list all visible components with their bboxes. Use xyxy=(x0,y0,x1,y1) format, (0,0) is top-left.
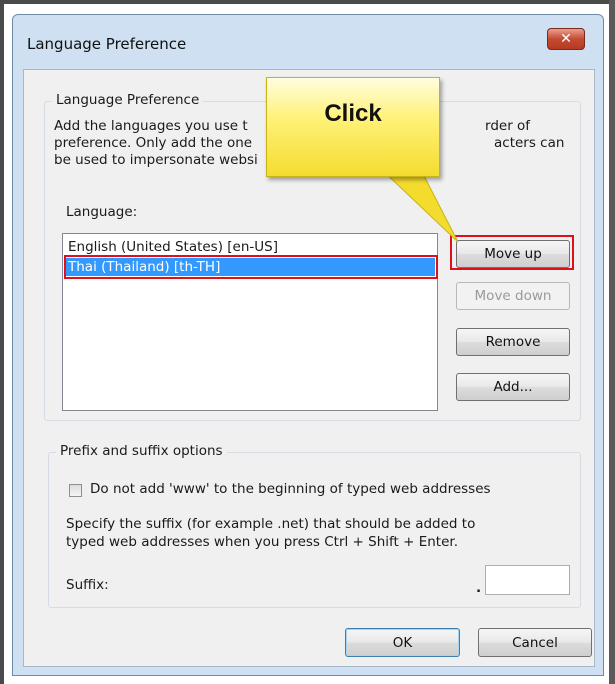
description-line-3a: be used to impersonate websi xyxy=(54,152,258,168)
description-line-2b: acters can xyxy=(494,135,565,151)
description-line-1a: Add the languages you use t xyxy=(54,118,248,134)
title-bar: Language Preference ✕ xyxy=(13,15,603,69)
remove-button[interactable]: Remove xyxy=(456,328,570,356)
ok-button[interactable]: OK xyxy=(345,628,460,657)
cancel-label: Cancel xyxy=(512,634,558,651)
language-list-label: Language: xyxy=(66,204,138,220)
suffix-description-line-2: typed web addresses when you press Ctrl … xyxy=(66,534,459,550)
language-item-label: English (United States) [en-US] xyxy=(68,239,278,255)
screenshot-border-top xyxy=(0,0,615,4)
screenshot-border-right xyxy=(609,0,615,684)
language-group-legend: Language Preference xyxy=(52,92,204,108)
screenshot-border-left xyxy=(0,0,4,684)
suffix-label: Suffix: xyxy=(66,577,109,593)
click-callout: Click xyxy=(266,77,440,177)
close-icon: ✕ xyxy=(560,31,572,47)
no-www-checkbox-label[interactable]: Do not add 'www' to the beginning of typ… xyxy=(90,481,491,497)
suffix-input[interactable] xyxy=(485,565,570,595)
callout-text: Click xyxy=(324,100,382,127)
window-title: Language Preference xyxy=(27,35,187,53)
prefix-group-legend: Prefix and suffix options xyxy=(56,443,227,459)
close-button[interactable]: ✕ xyxy=(547,28,585,50)
add-label: Add... xyxy=(493,379,533,395)
ok-label: OK xyxy=(392,634,413,651)
move-up-highlight xyxy=(450,235,574,270)
no-www-checkbox[interactable] xyxy=(69,484,82,497)
add-button[interactable]: Add... xyxy=(456,373,570,401)
suffix-dot: . xyxy=(476,580,482,596)
remove-label: Remove xyxy=(485,334,541,350)
selected-language-highlight xyxy=(64,255,438,279)
description-line-1b: rder of xyxy=(485,118,531,134)
suffix-description-line-1: Specify the suffix (for example .net) th… xyxy=(66,516,476,532)
language-item-en-us[interactable]: English (United States) [en-US] xyxy=(65,238,435,256)
description-line-2a: preference. Only add the one xyxy=(54,135,253,151)
move-down-button[interactable]: Move down xyxy=(456,282,570,310)
move-down-label: Move down xyxy=(474,288,552,304)
cancel-button[interactable]: Cancel xyxy=(478,628,592,657)
